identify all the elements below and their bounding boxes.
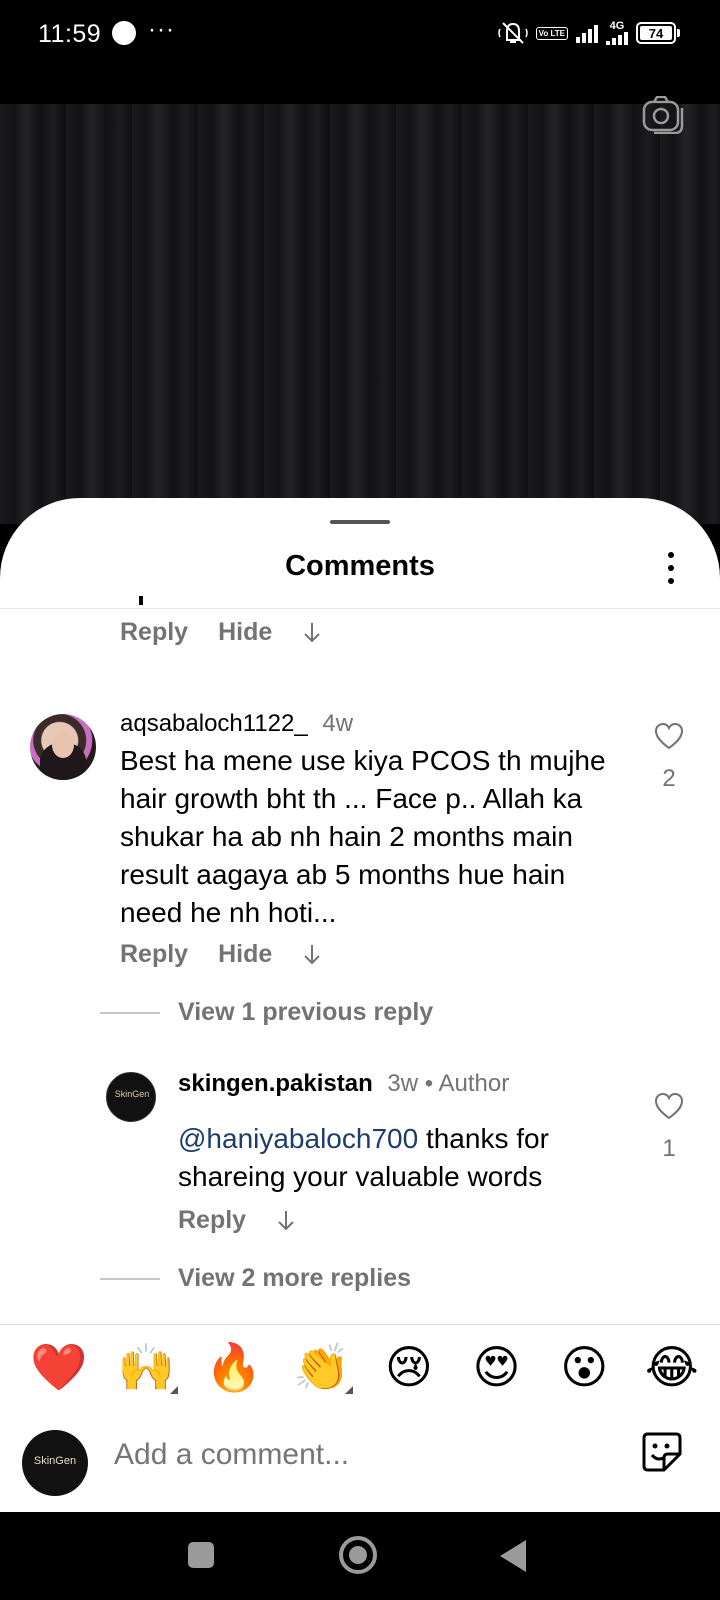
reply-button[interactable]: Reply	[120, 618, 188, 647]
status-icons: Vo LTE 4G 74	[497, 20, 680, 46]
divider	[0, 608, 720, 609]
comment-text: Best ha mene use kiya PCOS th mujhe hair…	[120, 745, 606, 928]
reply-button[interactable]: Reply	[178, 1206, 246, 1235]
emoji-clapping[interactable]: 👏	[293, 1340, 354, 1394]
network-label: 4G	[609, 20, 625, 32]
emoji-heart-eyes[interactable]: 😍	[469, 1340, 525, 1394]
clipped-comment-text	[139, 596, 143, 605]
avatar-label: SkinGen	[114, 1089, 150, 1099]
sheet-title: Comments	[285, 550, 435, 582]
mention-link[interactable]: @haniyabaloch700	[178, 1123, 418, 1154]
network-4g: 4G	[606, 21, 628, 45]
app-notification-icon	[112, 21, 136, 45]
emoji-fire[interactable]: 🔥	[205, 1340, 262, 1394]
more-options-icon[interactable]	[666, 552, 676, 584]
like-count: 1	[662, 1135, 676, 1162]
heart-icon[interactable]	[654, 1092, 684, 1120]
mute-icon	[497, 22, 528, 44]
system-nav-bar	[0, 1512, 720, 1600]
emoji-crying[interactable]: 😢	[381, 1340, 437, 1394]
arrow-down-icon[interactable]	[302, 943, 322, 967]
avatar: SkinGen	[22, 1430, 88, 1496]
recents-button[interactable]	[188, 1542, 214, 1568]
status-time: 11:59	[38, 20, 102, 48]
battery-icon: 74	[636, 22, 680, 44]
hide-button[interactable]: Hide	[218, 940, 272, 969]
like-control: 2	[652, 722, 686, 793]
avatar-label: SkinGen	[33, 1455, 77, 1467]
comment-input[interactable]	[114, 1438, 594, 1472]
comment-actions: Reply Hide	[120, 940, 322, 969]
signal-icon-2	[606, 31, 628, 45]
hide-button[interactable]: Hide	[218, 618, 272, 647]
emoji-heart[interactable]: ❤️	[30, 1340, 87, 1394]
author-badge: Author	[438, 1070, 510, 1097]
avatar[interactable]	[30, 714, 96, 780]
reply-time: 3w	[387, 1070, 419, 1097]
emoji-laughing[interactable]: 😂	[644, 1340, 700, 1394]
view-more-replies[interactable]: View 2 more replies	[100, 1264, 411, 1293]
like-count: 2	[662, 765, 676, 792]
camera-icon[interactable]	[642, 96, 684, 134]
status-bar: 11:59 ··· Vo LTE 4G 74	[0, 0, 720, 104]
volte-icon: Vo LTE	[535, 26, 568, 40]
view-previous-replies[interactable]: View 1 previous reply	[100, 998, 433, 1027]
more-notifications-icon: ···	[148, 16, 175, 43]
reply-username-line: skingen.pakistan 3w • Author	[178, 1070, 510, 1097]
arrow-down-icon[interactable]	[276, 1209, 296, 1233]
battery-level: 74	[640, 26, 672, 41]
view-more-label: View 2 more replies	[178, 1264, 411, 1292]
emoji-raised-hands-glyph: 🙌	[117, 1340, 175, 1394]
username[interactable]: aqsabaloch1122_	[120, 710, 308, 737]
drag-handle[interactable]	[330, 520, 390, 524]
comment-time: 4w	[322, 710, 354, 737]
comment-actions: Reply Hide	[120, 618, 322, 647]
emoji-clapping-glyph: 👏	[293, 1340, 351, 1394]
reply-text: @haniyabaloch700 thanks for shareing you…	[178, 1120, 638, 1196]
reel-video-background[interactable]	[0, 104, 720, 524]
avatar[interactable]: SkinGen	[106, 1072, 156, 1122]
reply-actions: Reply	[178, 1206, 296, 1235]
emoji-reaction-bar: ❤️ 🙌 🔥 👏 😢 😍 😮 😂	[30, 1340, 700, 1394]
back-button[interactable]	[500, 1540, 526, 1572]
emoji-surprised[interactable]: 😮	[556, 1340, 612, 1394]
home-button[interactable]	[339, 1536, 377, 1574]
sticker-icon[interactable]	[640, 1430, 682, 1472]
like-control: 1	[652, 1092, 686, 1163]
divider	[0, 1324, 720, 1325]
username[interactable]: skingen.pakistan	[178, 1070, 373, 1097]
signal-icon-1	[576, 23, 598, 43]
comment-composer: SkinGen	[0, 1420, 720, 1510]
reply-button[interactable]: Reply	[120, 940, 188, 969]
comment-username-line: aqsabaloch1122_ 4w	[120, 710, 353, 738]
emoji-raised-hands[interactable]: 🙌	[117, 1340, 178, 1394]
view-previous-label: View 1 previous reply	[178, 998, 434, 1026]
arrow-down-icon[interactable]	[302, 621, 322, 645]
heart-icon[interactable]	[654, 722, 684, 750]
